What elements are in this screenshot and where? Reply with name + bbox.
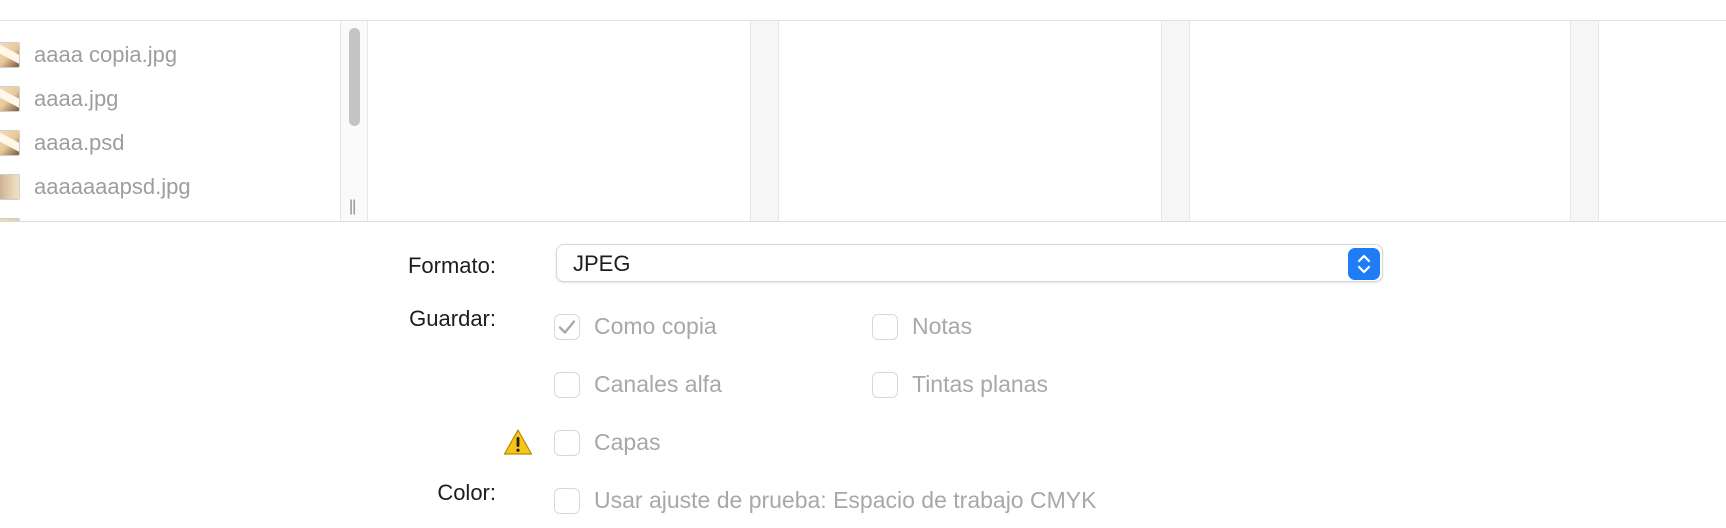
color-label: Color: xyxy=(437,480,496,505)
browser-column[interactable] xyxy=(369,21,750,221)
file-browser: aaaa copia.jpg aaaa.jpg aaaa.psd aaaaaaa… xyxy=(0,0,1726,222)
checkbox-checked-icon[interactable] xyxy=(554,313,580,340)
checkbox-label: Notas xyxy=(912,313,973,339)
browser-bottom-divider xyxy=(0,221,1726,222)
checkbox-box[interactable] xyxy=(872,313,898,340)
checkbox-tintas-planas[interactable]: Tintas planas xyxy=(872,371,1048,398)
browser-column[interactable] xyxy=(779,21,1161,221)
image-thumbnail-icon xyxy=(0,130,20,156)
checkbox-label: Capas xyxy=(594,429,661,455)
checkbox-usar-ajuste-de-prueba[interactable]: Usar ajuste de prueba: Espacio de trabaj… xyxy=(554,487,1096,514)
column-resize-handle[interactable]: || xyxy=(349,198,356,216)
checkbox-label: Como copia xyxy=(594,313,717,339)
file-list[interactable]: aaaa copia.jpg aaaa.jpg aaaa.psd aaaaaaa… xyxy=(0,21,340,221)
chevron-up-down-icon xyxy=(1348,248,1380,280)
checkbox-box[interactable] xyxy=(554,429,580,456)
save-label: Guardar: xyxy=(409,306,496,331)
checkbox-notas[interactable]: Notas xyxy=(872,313,972,340)
format-label: Formato: xyxy=(407,253,496,278)
image-thumbnail-icon xyxy=(0,174,20,200)
column-resize-handle[interactable] xyxy=(1570,21,1599,221)
checkbox-label: Usar ajuste de prueba: Espacio de trabaj… xyxy=(594,487,1097,513)
file-list-item[interactable]: aaaa copia.jpg xyxy=(0,33,330,77)
checkbox-label: Canales alfa xyxy=(594,371,722,397)
scrollbar-thumb[interactable] xyxy=(349,28,360,126)
file-list-item[interactable]: aaaa.jpg xyxy=(0,77,330,121)
image-thumbnail-icon xyxy=(0,86,20,112)
checkbox-box[interactable] xyxy=(554,371,580,398)
column-resize-handle[interactable] xyxy=(1161,21,1190,221)
format-popup-button[interactable]: JPEG xyxy=(556,244,1383,282)
file-list-item[interactable]: aaaaaaapsd.jpg xyxy=(0,165,330,209)
file-list-item[interactable] xyxy=(0,209,330,221)
format-value: JPEG xyxy=(573,251,631,276)
file-name: aaaa copia.jpg xyxy=(34,42,178,67)
browser-column[interactable] xyxy=(1190,21,1570,221)
checkbox-como-copia[interactable]: Como copia xyxy=(554,313,717,340)
checkbox-box[interactable] xyxy=(872,371,898,398)
checkbox-capas[interactable]: Capas xyxy=(554,429,660,456)
browser-column[interactable] xyxy=(1599,21,1726,221)
file-name: aaaa.psd xyxy=(34,130,125,155)
file-list-scrollbar[interactable]: || xyxy=(340,21,368,221)
checkbox-box[interactable] xyxy=(554,487,580,514)
checkbox-label: Tintas planas xyxy=(912,371,1048,397)
file-list-item[interactable]: aaaa.psd xyxy=(0,121,330,165)
image-thumbnail-icon xyxy=(0,42,20,68)
file-name: aaaa.jpg xyxy=(34,86,119,111)
checkbox-canales-alfa[interactable]: Canales alfa xyxy=(554,371,722,398)
file-name: aaaaaaapsd.jpg xyxy=(34,174,191,199)
warning-icon xyxy=(503,429,533,455)
column-resize-handle[interactable] xyxy=(750,21,779,221)
